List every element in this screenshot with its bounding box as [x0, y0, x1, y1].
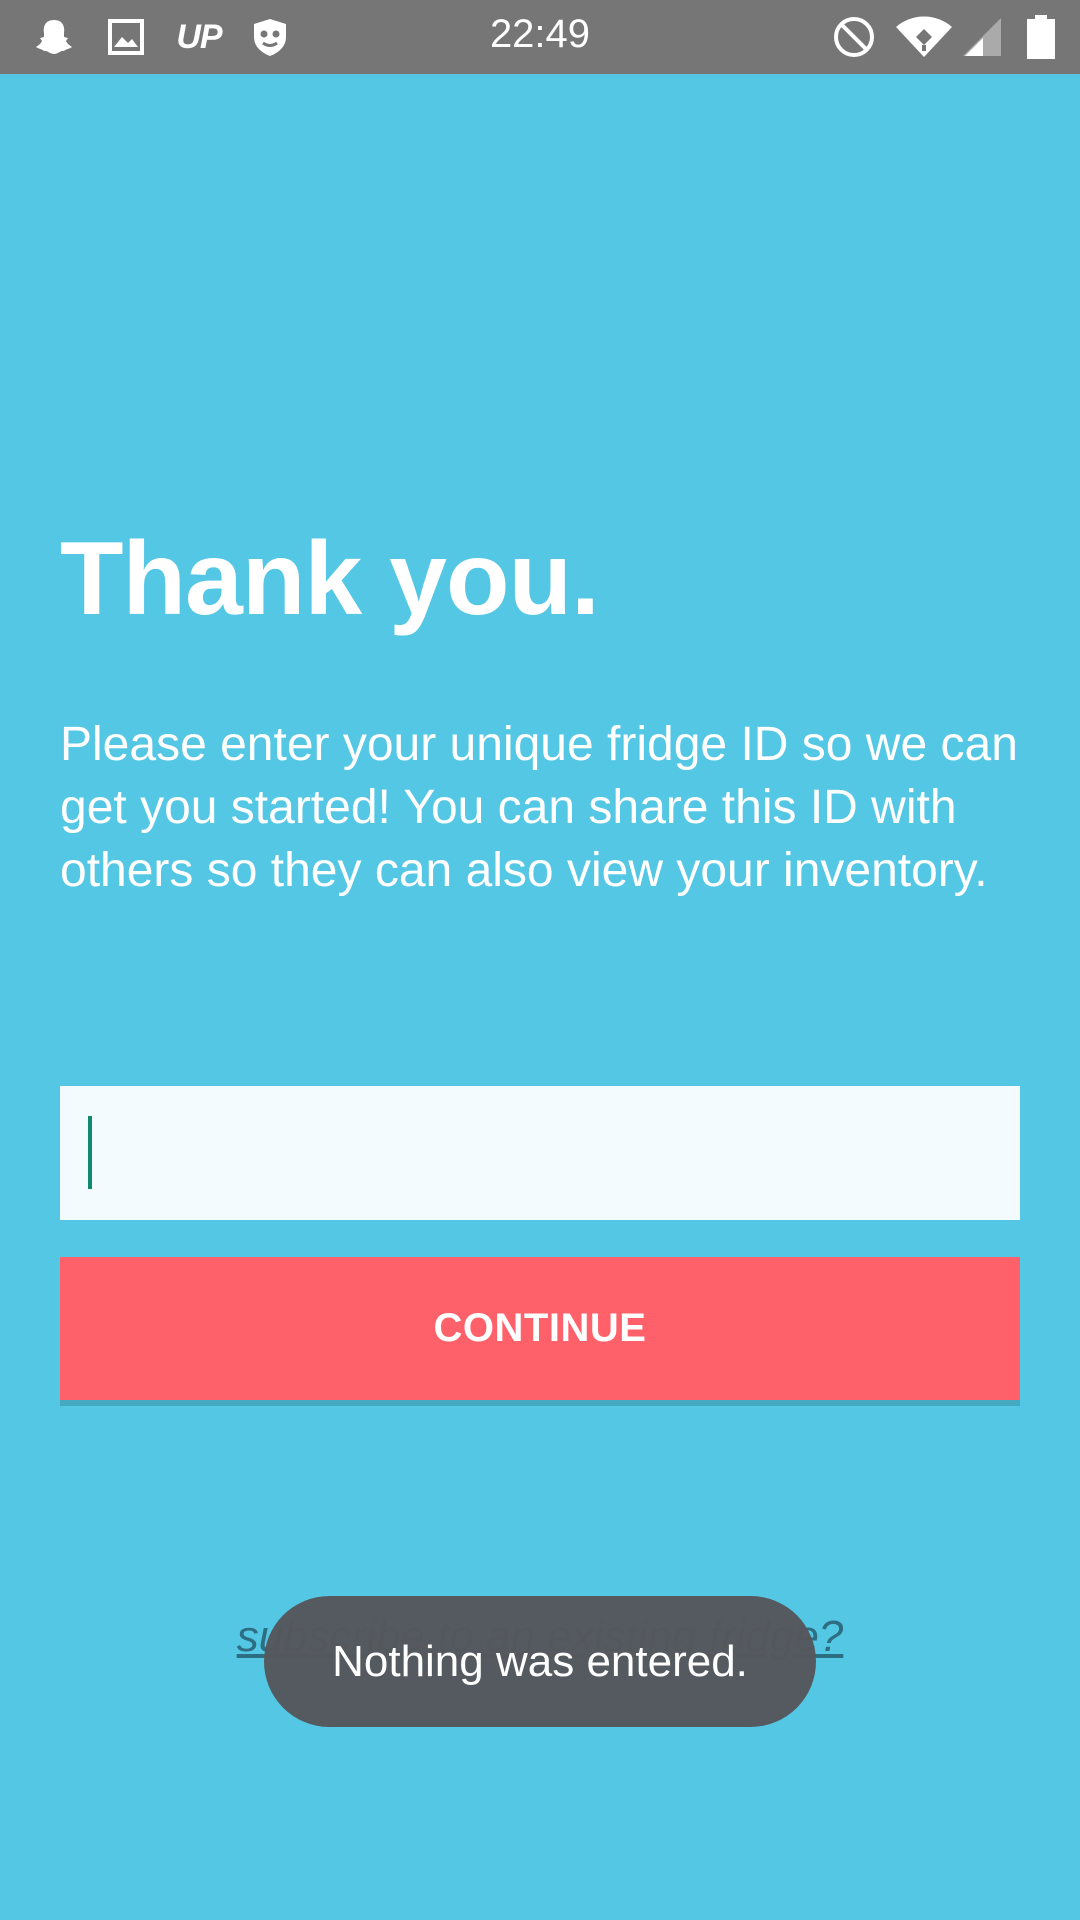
text-cursor	[88, 1116, 92, 1189]
fridge-id-field[interactable]	[60, 1086, 1020, 1220]
signal-icon	[960, 14, 1004, 60]
do-not-disturb-icon	[830, 14, 878, 60]
toast-text: Nothing was entered.	[332, 1636, 748, 1686]
battery-icon	[1024, 14, 1058, 60]
continue-button[interactable]: CONTINUE	[60, 1257, 1020, 1400]
wifi-icon	[894, 14, 954, 60]
instructions-text: Please enter your unique fridge ID so we…	[60, 718, 1018, 897]
page-title: Thank you.	[60, 521, 600, 637]
toast-message: Nothing was entered.	[264, 1596, 816, 1727]
status-bar: UP 22:49	[0, 0, 1080, 74]
fridge-id-input[interactable]	[88, 1086, 988, 1220]
